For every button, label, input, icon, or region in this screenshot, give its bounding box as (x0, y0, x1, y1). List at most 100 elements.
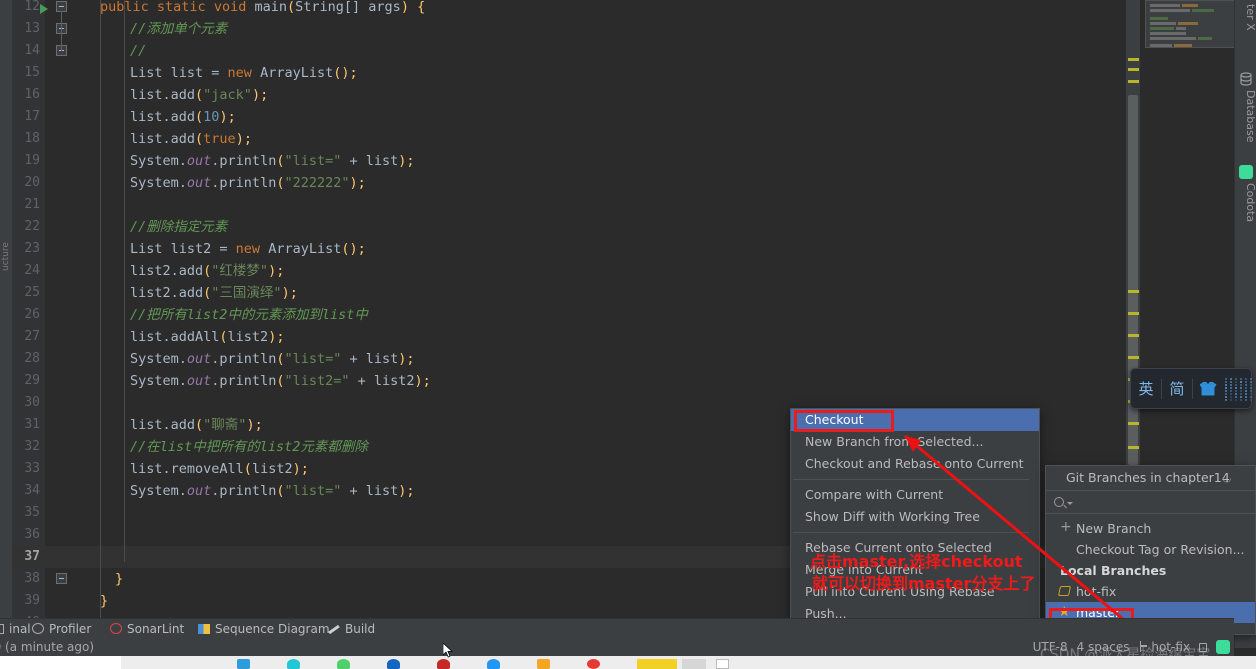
chevron-down-icon[interactable] (1067, 502, 1073, 505)
vcs-status-text: D (a minute ago) (0, 638, 94, 656)
code-line[interactable]: list.addAll(list2); (100, 326, 284, 348)
taskbar-icon-explorer[interactable] (237, 659, 250, 669)
plus-icon: + (1060, 522, 1071, 533)
git-new-branch-label: New Branch (1076, 521, 1151, 536)
indent-guide (124, 0, 125, 562)
run-gutter-icon[interactable] (40, 4, 48, 14)
tool-window-button-sequence-diagram[interactable]: Sequence Diagram (198, 619, 330, 639)
codota-icon (1239, 165, 1253, 179)
code-minimap (1145, 0, 1245, 48)
code-line[interactable]: list2.add("三国演绎"); (100, 282, 298, 304)
git-popup-title-label: Git Branches in chapter14 (1066, 470, 1230, 485)
git-checkout-tag-action[interactable]: Checkout Tag or Revision... (1046, 539, 1255, 560)
code-line[interactable]: list.add(10); (100, 106, 236, 128)
fold-toggle-icon[interactable] (56, 573, 67, 584)
git-branch-hot-fix[interactable]: hot-fix (1046, 581, 1255, 602)
code-line[interactable]: list.removeAll(list2); (100, 458, 309, 480)
menu-item-compare-with-current[interactable]: Compare with Current (791, 484, 1039, 506)
editor-fold-gutter[interactable] (45, 0, 100, 618)
taskbar-icon-app4[interactable] (387, 659, 400, 669)
pin-icon[interactable]: ◡ (1222, 472, 1233, 483)
tool-window-bar[interactable]: inal Profiler SonarLint Sequence Diagram Bui… (0, 618, 1234, 638)
os-taskbar[interactable] (0, 656, 1256, 669)
shirt-icon[interactable] (1200, 382, 1217, 396)
code-line[interactable]: System.out.println("222222"); (100, 172, 366, 194)
ime-language-toggle[interactable]: 英 (1131, 378, 1161, 399)
star-icon: ★ (1058, 605, 1072, 619)
menu-item-show-diff-with-working-tree[interactable]: Show Diff with Working Tree (791, 506, 1039, 528)
code-line[interactable]: List list = new ArrayList(); (100, 62, 358, 84)
git-popup-title: Git Branches in chapter14 ◡ (1046, 466, 1255, 490)
sidebar-item-codota[interactable]: Codota (1235, 183, 1256, 222)
sequence-diagram-icon (198, 624, 210, 634)
error-stripe-mark[interactable] (1128, 334, 1139, 337)
code-line[interactable]: //把所有list2中的元素添加到list中 (100, 304, 368, 326)
code-line[interactable]: System.out.println("list=" + list); (100, 480, 415, 502)
code-line[interactable]: List list2 = new ArrayList(); (100, 238, 366, 260)
tool-window-label: inal (9, 622, 31, 636)
git-checkout-tag-label: Checkout Tag or Revision... (1076, 542, 1245, 557)
fold-rail (61, 11, 62, 51)
git-branches-popup[interactable]: Git Branches in chapter14 ◡ + New Branch… (1045, 465, 1256, 635)
code-line[interactable]: System.out.println("list=" + list); (100, 348, 415, 370)
code-line[interactable]: public static void main(String[] args) { (100, 0, 425, 18)
code-line[interactable]: } (100, 568, 123, 590)
code-line[interactable]: System.out.println("list=" + list); (100, 150, 415, 172)
menu-item-checkout[interactable]: Checkout (791, 409, 1039, 431)
tool-window-label: SonarLint (127, 622, 184, 636)
error-stripe-mark[interactable] (1128, 356, 1139, 359)
taskbar-icon-app5[interactable] (437, 659, 450, 669)
menu-item-new-branch-from-selected[interactable]: New Branch from Selected... (791, 431, 1039, 453)
annotation-note-line2: 就可以切换到master分支上了 (812, 570, 1035, 594)
ime-shape-toggle[interactable]: 简 (1162, 378, 1192, 399)
taskbar-start-area[interactable] (0, 656, 121, 669)
code-line[interactable]: list.add(true); (100, 128, 252, 150)
editor-left-strip: ucture (0, 0, 12, 618)
error-stripe-mark[interactable] (1128, 422, 1139, 425)
structure-tab-label: ucture (1, 239, 11, 271)
taskbar-icon-app10[interactable] (682, 659, 706, 669)
menu-item-checkout-and-rebase-onto-current[interactable]: Checkout and Rebase onto Current (791, 453, 1039, 475)
ime-decoration (1223, 374, 1251, 404)
ime-floating-bar[interactable]: 英 简 (1130, 368, 1252, 409)
taskbar-icon-app11[interactable] (716, 659, 729, 669)
git-new-branch-action[interactable]: + New Branch (1046, 518, 1255, 539)
code-line[interactable]: //在list中把所有的list2元素都删除 (100, 436, 368, 458)
sidebar-item-database[interactable]: Database (1235, 90, 1256, 143)
error-stripe-mark[interactable] (1128, 68, 1139, 71)
sonarlint-icon (110, 623, 122, 634)
tool-window-button-inal[interactable]: inal (0, 619, 31, 639)
code-line[interactable]: //删除指定元素 (100, 216, 227, 238)
tool-window-label: Sequence Diagram (215, 622, 330, 636)
taskbar-icon-app3[interactable] (337, 659, 350, 669)
annotation-note-line1: 点击master,选择checkout (810, 548, 1023, 572)
git-local-branches-header: Local Branches (1046, 560, 1255, 581)
codota-icon[interactable] (1216, 640, 1230, 654)
code-line[interactable]: list2.add("红楼梦"); (100, 260, 284, 282)
build-icon (328, 625, 340, 634)
database-icon (1239, 72, 1253, 86)
scrollbar-thumb[interactable] (1128, 95, 1138, 465)
tool-window-button-sonarlint[interactable]: SonarLint (110, 619, 184, 639)
mouse-cursor (443, 643, 453, 659)
sidebar-item-filter-x[interactable]: ter X (1235, 4, 1256, 31)
indent-guide (100, 0, 101, 618)
code-line[interactable]: //添加单个元素 (100, 18, 227, 40)
error-stripe-mark[interactable] (1128, 446, 1139, 449)
code-line[interactable]: } (100, 590, 108, 612)
error-stripe-mark[interactable] (1128, 290, 1139, 293)
tool-window-button-profiler[interactable]: Profiler (32, 619, 91, 639)
code-line[interactable]: System.out.println("list2=" + list2); (100, 370, 431, 392)
taskbar-icon-app7[interactable] (537, 659, 550, 669)
git-search-field[interactable] (1046, 490, 1255, 514)
taskbar-icon-app6[interactable] (487, 659, 500, 669)
error-stripe-mark[interactable] (1128, 58, 1139, 61)
taskbar-icon-app2[interactable] (287, 659, 300, 669)
code-line[interactable]: list.add("jack"); (100, 84, 268, 106)
taskbar-icon-app9[interactable] (637, 659, 677, 669)
tool-window-button-build[interactable]: Build (328, 619, 375, 639)
error-stripe-mark[interactable] (1128, 80, 1139, 83)
taskbar-icon-app8[interactable] (587, 659, 600, 669)
terminal-icon (0, 624, 4, 634)
error-stripe-mark[interactable] (1128, 312, 1139, 315)
